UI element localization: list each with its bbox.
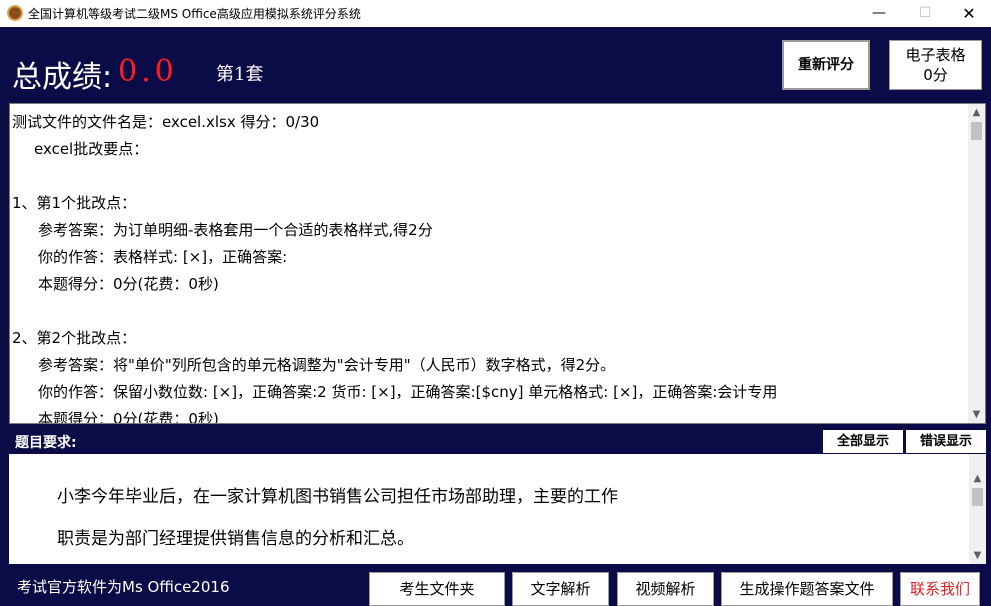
result-line <box>12 298 962 325</box>
requirements-text: 小李今年毕业后，在一家计算机图书销售公司担任市场部助理，主要的工作 职责是为部门… <box>57 476 618 560</box>
grading-result-text: 测试文件的文件名是：excel.xlsx 得分：0/30 excel批改要点： … <box>12 109 962 424</box>
official-software-note: 考试官方软件为Ms Office2016 <box>17 578 230 596</box>
grading-result-panel[interactable]: 测试文件的文件名是：excel.xlsx 得分：0/30 excel批改要点： … <box>9 103 986 424</box>
scroll-up-icon[interactable]: ▲ <box>968 104 985 121</box>
total-score-value: 0.0 <box>118 54 178 89</box>
requirements-panel[interactable]: 小李今年毕业后，在一家计算机图书销售公司担任市场部助理，主要的工作 职责是为部门… <box>9 454 986 564</box>
show-all-tab[interactable]: 全部显示 <box>823 430 903 453</box>
scroll-down-icon[interactable]: ▼ <box>968 406 985 423</box>
candidate-folder-button[interactable]: 考生文件夹 <box>369 572 505 606</box>
text-analysis-button[interactable]: 文字解析 <box>512 572 609 606</box>
app-logo-icon <box>7 5 23 21</box>
requirements-title: 题目要求: <box>15 435 77 451</box>
requirements-line: 小李今年毕业后，在一家计算机图书销售公司担任市场部助理，主要的工作 <box>57 487 618 507</box>
result-line: excel批改要点： <box>34 140 149 158</box>
window-title: 全国计算机等级考试二级MS Office高级应用模拟系统评分系统 <box>28 7 361 21</box>
scroll-down-icon[interactable]: ▼ <box>969 547 986 564</box>
requirements-line: 职责是为部门经理提供销售信息的分析和汇总。 <box>57 529 414 549</box>
result-line: 2、第2个批改点： <box>12 329 137 347</box>
result-line: 你的作答：表格样式: [×]，正确答案: <box>38 248 288 266</box>
scroll-thumb[interactable] <box>971 122 982 140</box>
minimize-button[interactable]: — <box>856 0 902 27</box>
result-line: 你的作答：保留小数位数: [×]，正确答案:2 货币: [×]，正确答案:[$c… <box>38 383 778 401</box>
rescore-button[interactable]: 重新评分 <box>782 40 870 90</box>
generate-answer-file-button[interactable]: 生成操作题答案文件 <box>721 572 893 606</box>
result-line: 本题得分：0分(花费：0秒) <box>38 410 219 424</box>
show-errors-tab[interactable]: 错误显示 <box>906 430 986 453</box>
result-line <box>12 163 962 190</box>
result-line: 参考答案：为订单明细-表格套用一个合适的表格样式,得2分 <box>38 221 433 239</box>
result-line: 本题得分：0分(花费：0秒) <box>38 275 219 293</box>
result-line: 1、第1个批改点： <box>12 194 137 212</box>
title-bar: 全国计算机等级考试二级MS Office高级应用模拟系统评分系统 — ☐ ✕ <box>0 0 991 27</box>
set-number-label: 第1套 <box>216 64 264 85</box>
result-line: 测试文件的文件名是：excel.xlsx 得分：0/30 <box>12 113 320 131</box>
total-score-label: 总成绩: <box>12 60 113 95</box>
result-scrollbar[interactable]: ▲ ▼ <box>968 104 985 423</box>
requirements-header: 题目要求: 全部显示 错误显示 <box>9 429 986 454</box>
result-line: 参考答案：将"单价"列所包含的单元格调整为"会计专用"（人民币）数字格式，得2分… <box>38 356 616 374</box>
video-analysis-button[interactable]: 视频解析 <box>617 572 714 606</box>
excel-button-title: 电子表格 <box>905 46 966 64</box>
scroll-up-icon[interactable]: ▲ <box>969 470 986 487</box>
requirements-scrollbar[interactable]: ▲ ▼ <box>969 454 986 564</box>
maximize-button[interactable]: ☐ <box>902 0 948 27</box>
excel-button-score: 0分 <box>923 66 948 84</box>
close-button[interactable]: ✕ <box>946 0 991 27</box>
excel-score-button[interactable]: 电子表格 0分 <box>889 40 982 90</box>
scroll-thumb[interactable] <box>972 488 983 506</box>
contact-us-button[interactable]: 联系我们 <box>900 572 980 606</box>
